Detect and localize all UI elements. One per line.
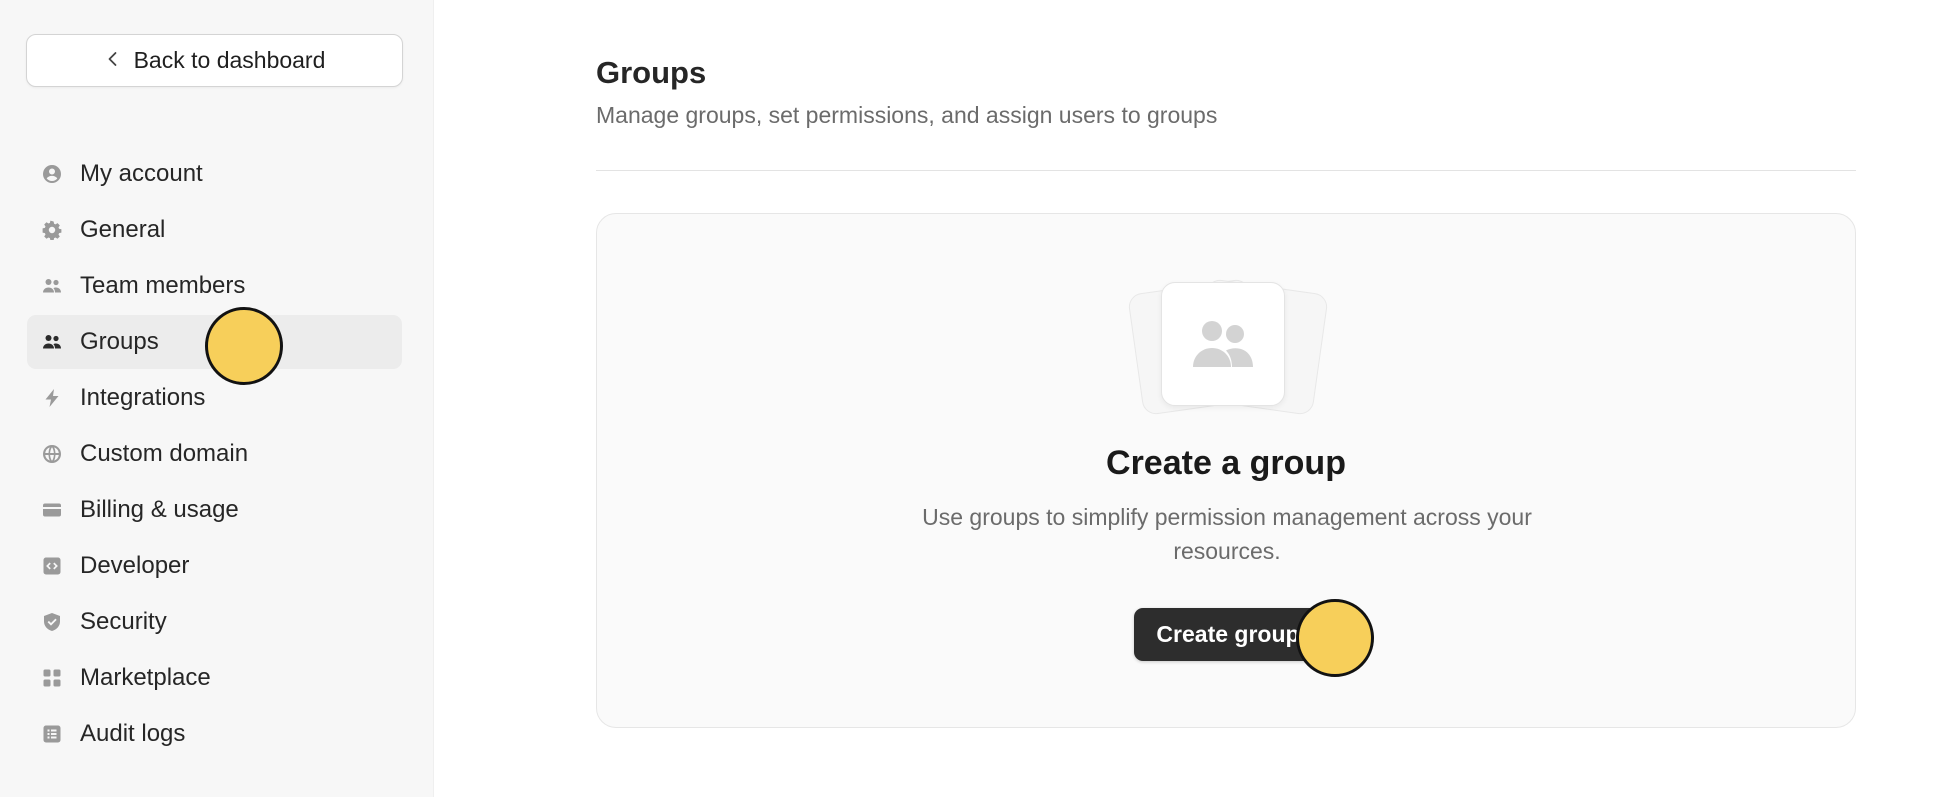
sidebar-item-integrations[interactable]: Integrations <box>27 371 402 425</box>
empty-state-card: Create a group Use groups to simplify pe… <box>596 213 1856 728</box>
sidebar-item-audit-logs[interactable]: Audit logs <box>27 707 402 761</box>
sidebar-item-label: My account <box>80 160 203 187</box>
sidebar-item-label: General <box>80 216 166 243</box>
empty-state-title: Create a group <box>1106 444 1346 482</box>
credit-card-icon <box>42 500 62 520</box>
page-subtitle: Manage groups, set permissions, and assi… <box>596 102 1218 128</box>
sidebar-item-my-account[interactable]: My account <box>27 147 402 201</box>
sidebar: Back to dashboard My account General Tea… <box>0 0 434 797</box>
main-content: Groups Manage groups, set permissions, a… <box>596 0 1856 797</box>
shield-icon <box>42 612 62 632</box>
sidebar-item-label: Security <box>80 608 167 635</box>
sidebar-item-billing-usage[interactable]: Billing & usage <box>27 483 402 537</box>
sidebar-item-groups[interactable]: Groups <box>27 315 402 369</box>
back-to-dashboard-label: Back to dashboard <box>133 47 326 73</box>
sidebar-item-label: Groups <box>80 328 159 355</box>
app-window: Back to dashboard My account General Tea… <box>0 0 1953 797</box>
sidebar-item-label: Team members <box>80 272 246 299</box>
sidebar-item-label: Developer <box>80 552 190 579</box>
grid-icon <box>42 668 62 688</box>
gear-icon <box>42 220 62 240</box>
empty-state-illustration <box>1127 278 1329 416</box>
chevron-left-icon <box>104 47 122 74</box>
users-icon <box>42 276 62 296</box>
user-circle-icon <box>42 164 62 184</box>
globe-icon <box>42 444 62 464</box>
header-divider <box>596 170 1856 171</box>
sidebar-item-label: Marketplace <box>80 664 211 691</box>
page-title: Groups <box>596 55 707 90</box>
back-to-dashboard-button[interactable]: Back to dashboard <box>26 34 403 87</box>
sidebar-item-general[interactable]: General <box>27 203 402 257</box>
illustration-front-card <box>1161 282 1285 406</box>
sidebar-item-label: Integrations <box>80 384 206 411</box>
create-group-button[interactable]: Create group <box>1134 608 1322 661</box>
sidebar-item-marketplace[interactable]: Marketplace <box>27 651 402 705</box>
code-icon <box>42 556 62 576</box>
empty-state-description: Use groups to simplify permission manage… <box>922 504 1532 564</box>
sidebar-item-team-members[interactable]: Team members <box>27 259 402 313</box>
bolt-icon <box>42 388 62 408</box>
sidebar-item-label: Audit logs <box>80 720 186 747</box>
sidebar-item-label: Billing & usage <box>80 496 239 523</box>
sidebar-item-developer[interactable]: Developer <box>27 539 402 593</box>
group-icon <box>42 332 62 352</box>
sidebar-item-label: Custom domain <box>80 440 249 467</box>
sidebar-item-custom-domain[interactable]: Custom domain <box>27 427 402 481</box>
group-icon <box>1193 321 1253 367</box>
sidebar-item-security[interactable]: Security <box>27 595 402 649</box>
settings-nav: My account General Team members Groups I… <box>27 147 402 763</box>
list-icon <box>42 724 62 744</box>
